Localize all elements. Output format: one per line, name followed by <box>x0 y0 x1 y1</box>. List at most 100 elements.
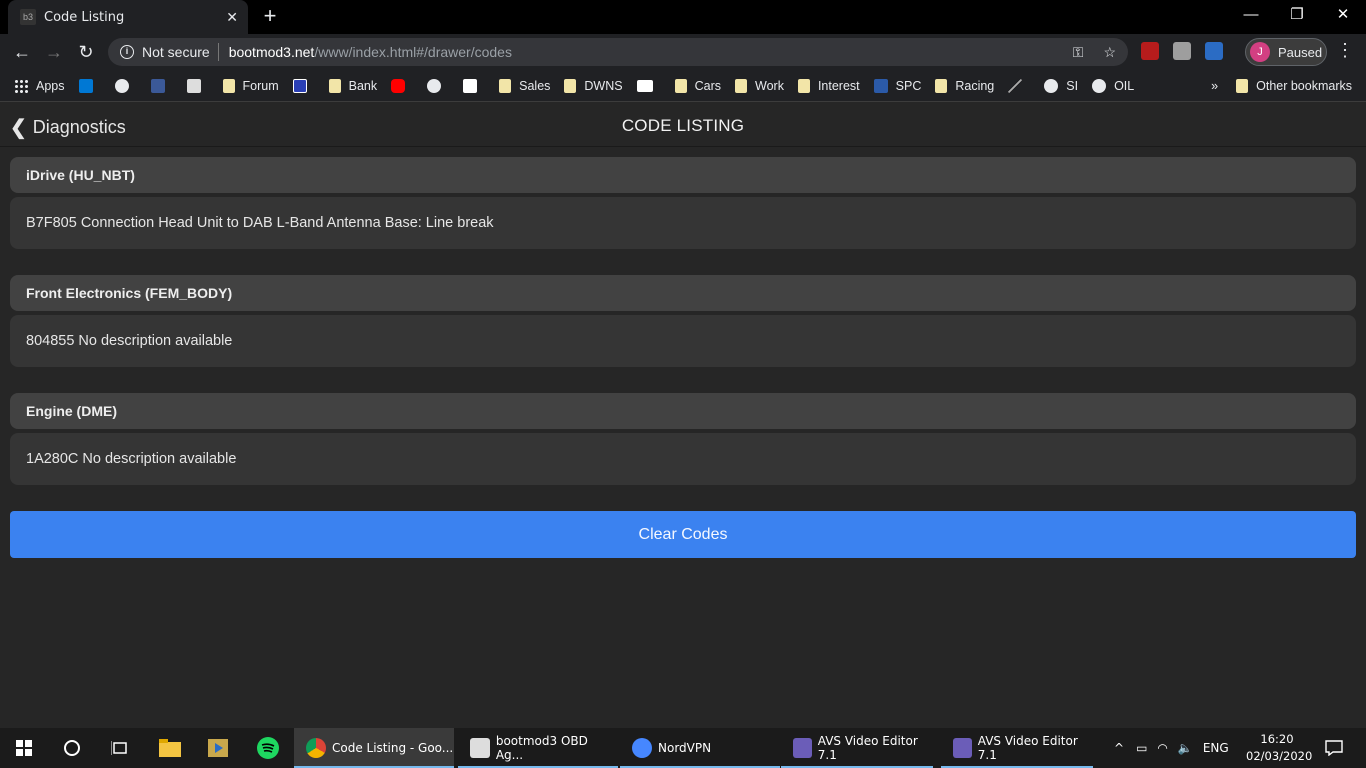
folder-icon <box>564 78 577 93</box>
bootmod3-favicon-icon: b3 <box>20 9 36 25</box>
bookmark-facebook[interactable] <box>150 78 173 93</box>
tab-strip: b3 Code Listing ✕ + — ❐ ✕ <box>0 0 1366 34</box>
taskbar-clock[interactable]: 16:20 02/03/2020 <box>1246 731 1312 765</box>
fault-code: 804855 No description available <box>10 315 1356 367</box>
taskbar-task-avs-1[interactable]: AVS Video Editor 7.1 <box>781 728 933 768</box>
bookmark-parking[interactable] <box>292 78 315 93</box>
code-group: Engine (DME) 1A280C No description avail… <box>10 393 1356 485</box>
taskbar-task-avs-2[interactable]: AVS Video Editor 7.1 <box>941 728 1093 768</box>
cortana-search-icon[interactable] <box>60 736 84 760</box>
taskbar-task-chrome[interactable]: Code Listing - Goo... <box>294 728 454 768</box>
wifi-icon[interactable]: ◠ <box>1157 741 1167 755</box>
bookmark-globe-2[interactable] <box>427 78 449 93</box>
amazon-icon <box>463 78 478 93</box>
bookmark-spc[interactable]: SPC <box>873 78 921 93</box>
security-label[interactable]: Not secure <box>142 44 210 60</box>
folder-icon <box>674 78 687 93</box>
bookmarks-bar: Apps Forum Bank Sales DWNS Cars Work Int… <box>0 70 1366 102</box>
fault-code: 1A280C No description available <box>10 433 1356 485</box>
browser-menu-icon[interactable]: ⋮ <box>1336 40 1354 61</box>
folder-icon <box>328 78 341 93</box>
bookmark-bank[interactable]: Bank <box>328 78 378 93</box>
bookmark-globe[interactable] <box>114 78 137 93</box>
minimize-button[interactable]: — <box>1228 0 1274 30</box>
page-icon <box>636 79 653 92</box>
globe-icon <box>1044 78 1059 93</box>
taskbar-task-nordvpn[interactable]: NordVPN <box>620 728 780 768</box>
bookmarks-right: » Other bookmarks <box>1211 70 1352 102</box>
bookmark-other[interactable]: Other bookmarks <box>1236 79 1352 93</box>
system-tray: ^ ▭ ◠ 🔈 ENG <box>1114 728 1229 768</box>
forward-button[interactable]: → <box>40 38 68 66</box>
reload-button[interactable]: ↻ <box>72 38 100 66</box>
bookmark-label: Sales <box>519 78 551 93</box>
tab-close-icon[interactable]: ✕ <box>226 9 238 26</box>
notifications-icon[interactable] <box>1322 736 1346 760</box>
translate-icon[interactable] <box>1205 42 1223 60</box>
task-label: bootmod3 OBD Ag... <box>495 734 588 762</box>
bookmark-label: OIL <box>1114 78 1135 93</box>
code-group: Front Electronics (FEM_BODY) 804855 No d… <box>10 275 1356 367</box>
pen-icon <box>1008 78 1023 93</box>
folder-icon <box>1236 79 1249 93</box>
folder-icon <box>935 78 948 93</box>
file-explorer-icon[interactable] <box>158 736 182 760</box>
bookmark-work[interactable]: Work <box>735 78 784 93</box>
address-bar[interactable]: i Not secure bootmod3.net /www/index.htm… <box>108 38 1128 66</box>
restore-button[interactable]: ❐ <box>1274 0 1320 30</box>
taskbar-task-bootmod3[interactable]: bootmod3 OBD Ag... <box>458 728 618 768</box>
module-header: iDrive (HU_NBT) <box>10 157 1356 193</box>
bookmark-racing[interactable]: Racing <box>935 78 994 93</box>
clear-codes-button[interactable]: Clear Codes <box>10 511 1356 558</box>
key-icon[interactable]: ⚿ <box>1073 44 1084 61</box>
bookmark-star-icon[interactable]: ☆ <box>1103 44 1116 61</box>
tab-title: Code Listing <box>44 9 125 25</box>
language-indicator[interactable]: ENG <box>1203 741 1229 755</box>
app-header: ❮ Diagnostics CODE LISTING <box>0 103 1366 147</box>
bookmark-amazon[interactable] <box>463 78 485 93</box>
bookmark-interest[interactable]: Interest <box>797 78 860 93</box>
bookmark-sales[interactable]: Sales <box>499 78 551 93</box>
volume-icon[interactable]: 🔈 <box>1178 741 1193 755</box>
bookmark-pen[interactable] <box>1008 78 1030 93</box>
module-header: Front Electronics (FEM_BODY) <box>10 275 1356 311</box>
bookmark-si[interactable]: SI <box>1044 78 1078 93</box>
battery-icon[interactable]: ▭ <box>1136 741 1147 755</box>
avs-icon <box>953 738 972 758</box>
bookmark-label: Bank <box>348 78 378 93</box>
bookmark-label: Interest <box>817 78 860 93</box>
bookmark-soccer[interactable] <box>186 78 209 93</box>
new-tab-button[interactable]: + <box>258 4 282 28</box>
bookmark-cars[interactable]: Cars <box>674 78 721 93</box>
bookmarks-overflow-icon[interactable]: » <box>1211 79 1218 93</box>
task-view-icon[interactable] <box>108 736 132 760</box>
task-label: Code Listing - Goo... <box>332 741 454 755</box>
show-hidden-icons-icon[interactable]: ^ <box>1114 741 1124 755</box>
profile-button[interactable]: J Paused <box>1245 38 1327 66</box>
spotify-icon[interactable] <box>256 736 280 760</box>
browser-tab[interactable]: b3 Code Listing ✕ <box>8 0 248 34</box>
pdf-extension-icon[interactable] <box>1141 42 1159 60</box>
chrome-icon <box>306 738 326 758</box>
bookmark-oil[interactable]: OIL <box>1092 78 1135 93</box>
bookmark-page[interactable] <box>636 79 661 92</box>
close-window-button[interactable]: ✕ <box>1320 0 1366 30</box>
extension-icon[interactable] <box>1173 42 1191 60</box>
java-icon <box>470 738 490 758</box>
address-divider <box>217 43 219 61</box>
folder-icon <box>735 78 748 93</box>
bookmark-dwns[interactable]: DWNS <box>564 78 623 93</box>
soccer-icon <box>186 78 201 93</box>
bookmark-outlook[interactable] <box>78 78 101 93</box>
info-icon[interactable]: i <box>120 45 134 59</box>
windows-taskbar: Code Listing - Goo... bootmod3 OBD Ag...… <box>0 728 1366 768</box>
bookmark-forum[interactable]: Forum <box>222 78 279 93</box>
bookmark-apps[interactable]: Apps <box>14 78 65 93</box>
media-player-icon[interactable] <box>206 736 230 760</box>
back-button[interactable]: ← <box>8 38 36 66</box>
bookmark-label: Apps <box>36 78 65 93</box>
profile-status: Paused <box>1278 44 1323 60</box>
windows-start-icon[interactable] <box>12 736 36 760</box>
bookmark-youtube[interactable] <box>391 78 413 93</box>
apps-grid-icon <box>14 78 28 93</box>
